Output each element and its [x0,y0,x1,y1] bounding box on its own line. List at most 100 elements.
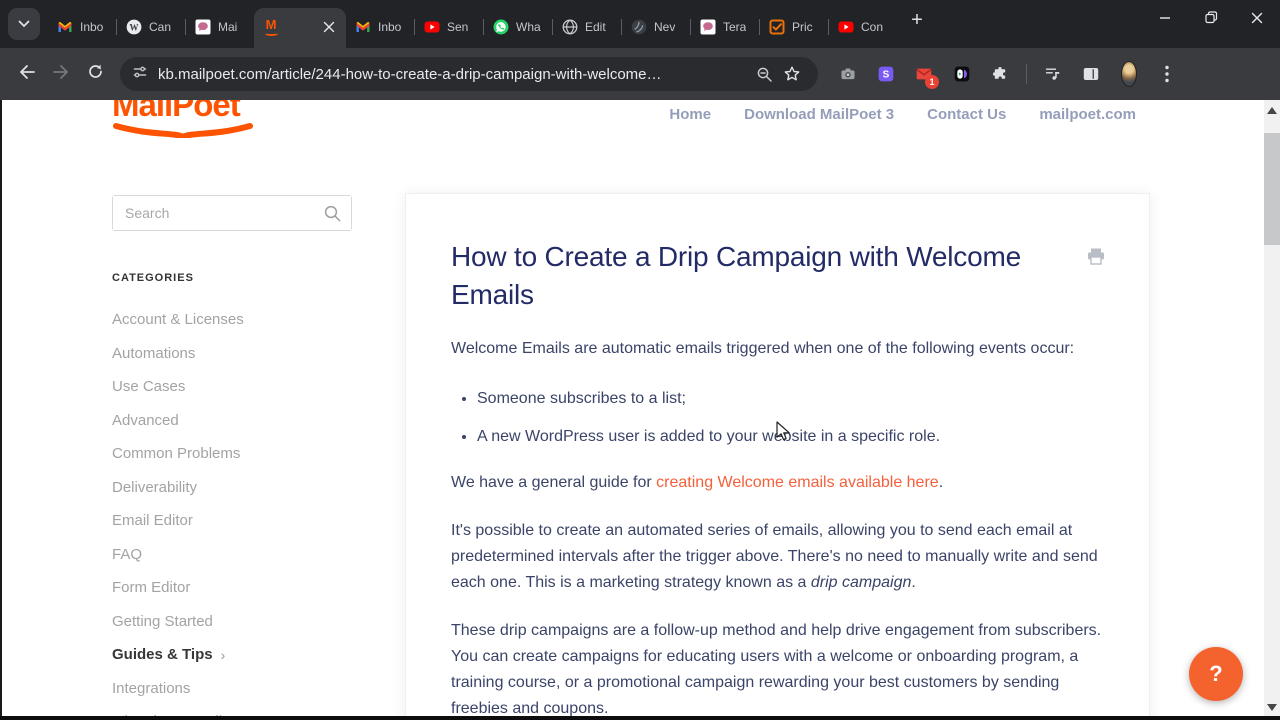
tab[interactable]: Con [829,10,897,44]
tab-title: Con [861,20,884,34]
tab-title: Tera [723,20,747,34]
sidebar-item-label: Common Problems [112,445,241,463]
sidebar-item-form-editor[interactable]: Form Editor [112,571,352,605]
sidebar-item-getting-started[interactable]: Getting Started [112,605,352,639]
scroll-thumb[interactable] [1264,133,1280,245]
close-icon [1251,11,1263,29]
sidebar-item-use-cases[interactable]: Use Cases [112,370,352,404]
close-button[interactable] [1234,0,1280,40]
tab[interactable]: W Can [117,10,185,44]
sidebar-item-account-licenses[interactable]: Account & Licenses [112,303,352,337]
extensions-menu[interactable] [984,58,1016,90]
stylus-extension[interactable]: S [870,58,902,90]
tab-active[interactable]: M [254,8,346,48]
sidebar: CATEGORIES Account & Licenses Automations… [112,195,352,720]
profile-avatar[interactable] [1113,58,1145,90]
new-tab-button[interactable]: + [903,7,931,35]
reload-button[interactable] [78,57,112,91]
nav-link-home[interactable]: Home [669,106,711,123]
sidebar-item-email-editor[interactable]: Email Editor [112,504,352,538]
sidebar-item-label: Account & Licenses [112,311,244,329]
nav-link-download-mailpoet-3[interactable]: Download MailPoet 3 [744,106,894,123]
article-intro: Welcome Emails are automatic emails trig… [451,339,1075,357]
sidebar-item-advanced[interactable]: Advanced [112,404,352,438]
tab-title: Nev [654,20,676,34]
chat-icon [700,19,716,35]
tab[interactable]: Mai [186,10,254,44]
tab[interactable]: Sen [415,10,483,44]
globe-icon [562,19,578,35]
sidebar-item-integrations[interactable]: Integrations [112,672,352,706]
search-box [112,195,352,231]
scroll-up-arrow[interactable] [1267,107,1277,114]
sidebar-item-label: Integrations [112,679,191,697]
search-input[interactable] [113,196,351,230]
window-bottom-edge [0,716,1280,720]
checkbox-icon [769,19,785,35]
nav-link-mailpoet-com[interactable]: mailpoet.com [1039,106,1136,123]
tab[interactable]: Inbo [48,10,116,44]
sidebar-item-common-problems[interactable]: Common Problems [112,437,352,471]
nav-link-contact-us[interactable]: Contact Us [927,106,1006,123]
extensions-row: S1 [832,58,1183,90]
sidebar-item-label: Automations [112,344,196,362]
tab[interactable]: Tera [691,10,759,44]
text-segment: These drip campaigns are a follow-up met… [451,621,1102,717]
bookmark-star-icon[interactable] [778,60,806,88]
scroll-down-arrow[interactable] [1267,704,1277,711]
minimize-icon [1159,11,1171,29]
logo-swoosh-icon [113,123,253,138]
chat-icon [195,19,211,35]
sidebar-item-deliverability[interactable]: Deliverability [112,471,352,505]
screenshot-extension[interactable] [832,58,864,90]
sidebar-item-label: Form Editor [112,579,191,597]
article-paragraph: We have a general guide for creating Wel… [451,470,1105,496]
tab[interactable]: Edit [553,10,621,44]
site-info-icon[interactable] [132,64,148,85]
inline-link[interactable]: creating Welcome emails available here [656,474,939,491]
help-button[interactable]: ? [1189,647,1243,701]
avatar [1121,61,1137,87]
side-panel-button[interactable] [1075,58,1107,90]
address-bar[interactable]: kb.mailpoet.com/article/244-how-to-creat… [120,57,818,91]
reload-icon [87,63,104,85]
text-segment: We have a general guide for [451,474,657,492]
stylus-s-icon: S [878,66,894,82]
logo-text: MailPoet [112,100,241,123]
sidebar-item-automations[interactable]: Automations [112,337,352,371]
print-icon[interactable] [1087,248,1105,270]
tab-search-button[interactable] [8,8,40,40]
categories-label: CATEGORIES [112,272,194,284]
forward-arrow-icon [52,64,70,85]
tab-title: Pric [792,20,813,34]
sidebar-item-label: FAQ [112,545,143,563]
mailpoet-logo[interactable]: MailPoet [112,100,254,138]
tab-close-icon[interactable] [321,21,337,36]
recorder-extension[interactable] [946,58,978,90]
media-controls-button[interactable] [1037,58,1069,90]
recorder-icon [954,66,970,82]
restore-button[interactable] [1188,0,1234,40]
zoom-out-icon[interactable] [750,60,778,88]
gmail-icon [57,19,73,35]
sidebar-item-guides-tips[interactable]: Guides & Tips › [112,638,352,672]
sidebar-item-faq[interactable]: FAQ [112,538,352,572]
mail-checker-extension[interactable]: 1 [908,58,940,90]
tab-title: Can [149,20,172,34]
url-text[interactable]: kb.mailpoet.com/article/244-how-to-creat… [158,66,750,83]
article-paragraphs: We have a general guide for creating Wel… [451,470,1105,720]
minimize-button[interactable] [1142,0,1188,40]
browser-menu-button[interactable] [1151,58,1183,90]
back-button[interactable] [10,57,44,91]
mouse-cursor-icon [776,421,792,448]
site-nav: Home Download MailPoet 3 Contact Us mailpoe… [669,106,1136,123]
tab[interactable]: Pric [760,10,828,44]
tab[interactable]: Nev [622,10,690,44]
forward-button[interactable] [44,57,78,91]
tab[interactable]: Wha [484,10,552,44]
extension-badge: 1 [925,75,939,89]
search-icon[interactable] [323,204,342,228]
tab-title: Sen [447,20,469,34]
tab[interactable]: Inbo [346,10,414,44]
text-segment: It's possible to create an automated ser… [451,522,1098,591]
